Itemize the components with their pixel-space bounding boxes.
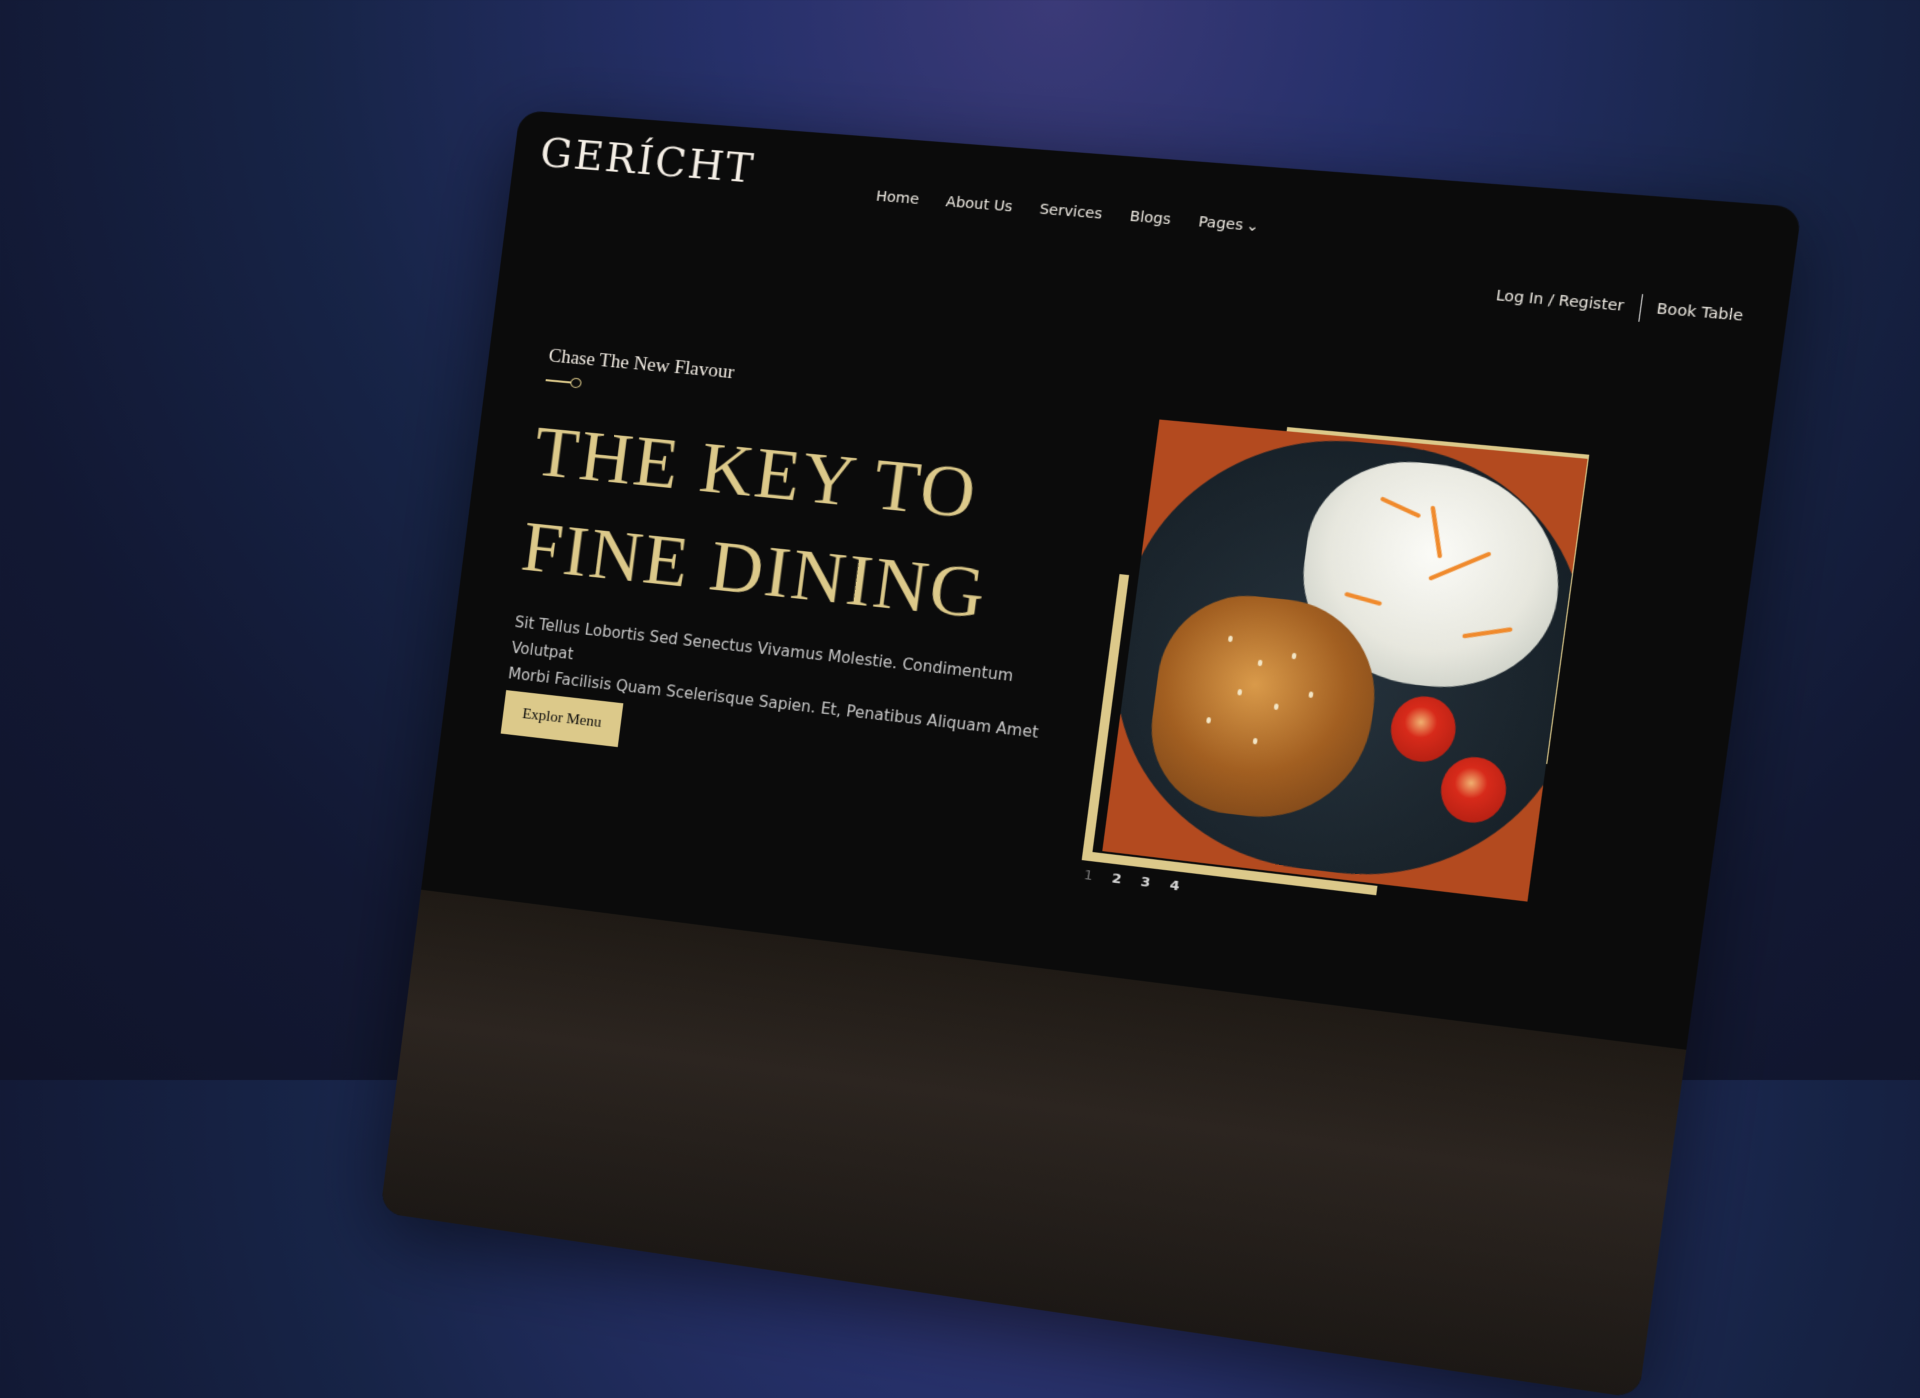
nav-blogs[interactable]: Blogs — [1129, 208, 1172, 228]
nav-pages-label: Pages — [1197, 213, 1245, 235]
logo[interactable]: GERÍCHT — [538, 130, 758, 193]
website-screen: GERÍCHT Home About Us Services Blogs Pag… — [380, 110, 1803, 1398]
nav-about-us[interactable]: About Us — [945, 194, 1013, 216]
chevron-down-icon: ⌄ — [1245, 217, 1261, 236]
slide-page-1[interactable]: 1 — [1083, 868, 1094, 884]
book-table-link[interactable]: Book Table — [1655, 301, 1744, 325]
next-section-image — [380, 889, 1687, 1398]
slider-pagination: 1 2 3 4 — [1083, 868, 1180, 895]
slide-page-4[interactable]: 4 — [1169, 878, 1181, 895]
main-nav: Home About Us Services Blogs Pages⌄ — [875, 188, 1260, 235]
gold-frame-bottom — [1081, 574, 1416, 896]
login-register-link[interactable]: Log In / Register — [1495, 288, 1625, 315]
slide-page-3[interactable]: 3 — [1140, 875, 1152, 892]
nav-home[interactable]: Home — [875, 188, 920, 208]
nav-pages[interactable]: Pages⌄ — [1197, 214, 1260, 235]
divider — [1637, 294, 1643, 322]
hero-headline: THE KEY TO FINE DINING — [517, 403, 1006, 643]
spoon-icon — [545, 375, 586, 389]
nav-services[interactable]: Services — [1039, 201, 1104, 222]
auth-links: Log In / Register Book Table — [1494, 282, 1745, 330]
slide-page-2[interactable]: 2 — [1111, 871, 1123, 888]
